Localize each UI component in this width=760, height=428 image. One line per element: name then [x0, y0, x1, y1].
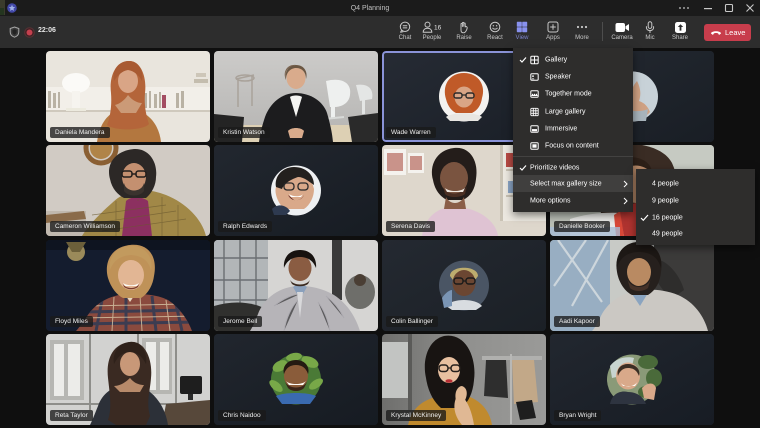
- svg-text:16: 16: [434, 24, 442, 31]
